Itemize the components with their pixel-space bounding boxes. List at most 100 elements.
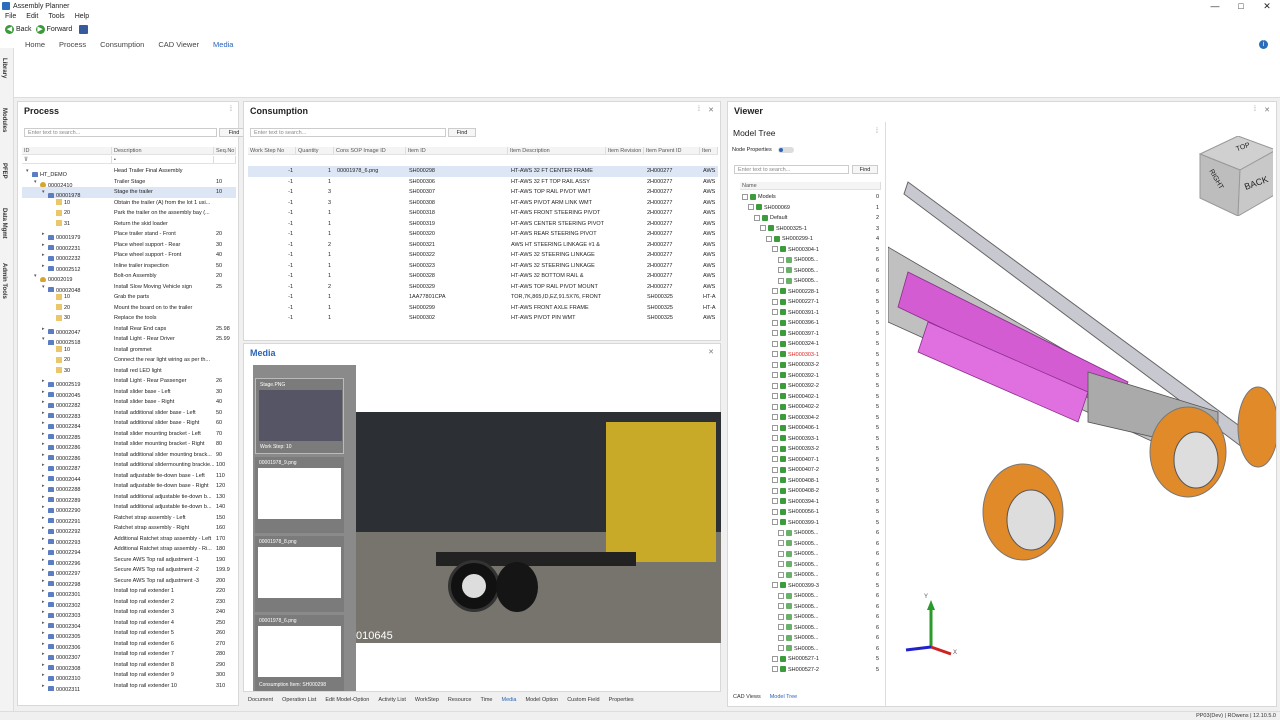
table-row[interactable]: ▸00002047 Install Rear End caps 25.98 <box>22 324 236 334</box>
table-row[interactable]: -1 1 SH000322 HT-AWS 32 STEERING LINKAGE 2H0… <box>248 250 718 261</box>
tree-node[interactable]: SH0005... 6 <box>740 266 881 277</box>
table-row[interactable]: ▸00002304 Install top rail extender 4 250 <box>22 618 236 628</box>
table-row[interactable]: 10 Install grommet <box>22 345 236 356</box>
visibility-checkbox[interactable] <box>772 445 778 452</box>
tree-node[interactable]: Default 2 <box>740 213 881 224</box>
table-row[interactable]: ▸00002512 Inline trailer inspection 50 <box>22 261 236 271</box>
col-seq[interactable]: Seq.No <box>214 147 236 154</box>
tree-node[interactable]: SH000392-2 5 <box>740 381 881 392</box>
back-button[interactable]: ◀ Back <box>5 25 32 34</box>
tree-node[interactable]: SH000391-1 5 <box>740 308 881 319</box>
visibility-checkbox[interactable] <box>772 435 778 442</box>
tree-node[interactable]: SH000407-1 5 <box>740 455 881 466</box>
tab-operation-list[interactable]: Operation List <box>282 697 316 703</box>
table-row[interactable]: 10 Obtain the trailer (A) from the lot 1 … <box>22 198 236 209</box>
visibility-checkbox[interactable] <box>772 487 778 494</box>
tree-node[interactable]: SH000397-1 5 <box>740 329 881 340</box>
thumbnail-item[interactable]: 00001978_6.png Consumption Item: SH00029… <box>255 615 344 691</box>
consumption-find-button[interactable]: Find <box>448 128 476 137</box>
table-row[interactable]: -1 1 SH000328 HT-AWS 32 BOTTOM RAIL & 2H0002… <box>248 271 718 282</box>
visibility-checkbox[interactable] <box>772 498 778 505</box>
table-row[interactable]: ▾00002410 Trailer Stage 10 <box>22 177 236 187</box>
col-name[interactable]: Name <box>740 182 881 189</box>
table-row[interactable]: -1 2 SH000329 HT-AWS TOP RAIL PIVOT MOUNT 2H… <box>248 282 718 293</box>
table-row[interactable]: ▸00002306 Install top rail extender 6 270 <box>22 639 236 649</box>
table-row[interactable]: 31 Return the skid loader <box>22 219 236 230</box>
table-row[interactable]: ▸00002283 Install additional slider base … <box>22 408 236 418</box>
table-row[interactable]: 20 Mount the board on to the trailer <box>22 303 236 314</box>
tab-cad-views[interactable]: CAD Views <box>733 694 761 700</box>
table-row[interactable]: ▾00002019 Bolt-on Assembly 20 <box>22 271 236 282</box>
visibility-checkbox[interactable] <box>772 382 778 389</box>
table-row[interactable]: ▸00002286 Install slider mounting bracket… <box>22 439 236 450</box>
node-properties-toggle[interactable] <box>778 147 794 153</box>
tab-media[interactable]: Media <box>213 40 233 49</box>
visibility-checkbox[interactable] <box>772 361 778 368</box>
table-row[interactable]: ▸00002307 Install top rail extender 7 280 <box>22 649 236 660</box>
tab-media-bottom[interactable]: Media <box>502 697 517 703</box>
forward-button[interactable]: ▶ Forward <box>35 25 72 34</box>
visibility-checkbox[interactable] <box>778 256 784 263</box>
table-row[interactable]: ▸00001979 Place trailer stand - Front 20 <box>22 229 236 240</box>
thumbnail-item[interactable]: 00001978_8.png <box>255 536 344 612</box>
visibility-checkbox[interactable] <box>772 351 778 358</box>
thumbnail-item[interactable]: Stage.PNG Work Step: 10 <box>255 378 344 454</box>
table-row[interactable]: ▸00002045 Install slider base - Left 30 <box>22 387 236 397</box>
tree-node[interactable]: SH0005... 6 <box>740 255 881 266</box>
table-row[interactable]: -1 1 1AA77801CPA TOR,7K,865,ID,EZ,91.5X76, … <box>248 292 718 303</box>
3d-viewport[interactable]: TOP RIGHT BACK Y X <box>888 122 1276 706</box>
thumbnail-item[interactable]: 00001978_9.png <box>255 457 344 533</box>
table-row[interactable]: -1 1 SH000320 HT-AWS REAR STEERING PIVOT 2H0… <box>248 229 718 240</box>
close-icon[interactable]: ✕ <box>1264 106 1270 114</box>
tree-node[interactable]: SH000069 1 <box>740 203 881 214</box>
visibility-checkbox[interactable] <box>772 319 778 326</box>
tree-node[interactable]: SH000056-1 5 <box>740 507 881 518</box>
tree-node[interactable]: SH000304-1 5 <box>740 245 881 256</box>
tree-node[interactable]: SH0005... 6 <box>740 539 881 550</box>
visibility-checkbox[interactable] <box>778 540 784 547</box>
tab-properties[interactable]: Properties <box>609 697 634 703</box>
tree-node[interactable]: SH0005... 6 <box>740 633 881 644</box>
tab-edit-model-option[interactable]: Edit Model-Option <box>325 697 369 703</box>
col-parent-id[interactable]: Item Parent ID <box>644 147 700 154</box>
tree-node[interactable]: SH000303-2 5 <box>740 360 881 371</box>
pin-icon[interactable]: ⁞ <box>1254 106 1256 113</box>
table-row[interactable]: -1 1 SH000299 HT-AWS FRONT AXLE FRAME SH0003… <box>248 303 718 314</box>
filter-seq-icon[interactable] <box>214 156 236 163</box>
col-id[interactable]: ID <box>22 147 112 154</box>
tree-find-button[interactable]: Find <box>852 165 878 174</box>
visibility-checkbox[interactable] <box>778 613 784 620</box>
tree-node[interactable]: SH000407-2 5 <box>740 465 881 476</box>
col-sop-image[interactable]: Cons SOP Image ID <box>334 147 406 154</box>
tree-node[interactable]: SH000402-1 5 <box>740 392 881 403</box>
side-tab-library[interactable]: Library <box>1 58 7 78</box>
table-row[interactable]: ▸00002044 Install adjustable tie-down bas… <box>22 471 236 481</box>
tree-node[interactable]: SH000527-1 5 <box>740 654 881 665</box>
tab-home[interactable]: Home <box>25 40 45 49</box>
table-row[interactable]: ▸00002284 Install additional slider base … <box>22 418 236 429</box>
visibility-checkbox[interactable] <box>772 519 778 526</box>
table-row[interactable]: ▾00002048 Install Slow Moving Vehicle sig… <box>22 282 236 292</box>
table-row[interactable]: ▸00002519 Install Light - Rear Passenger 2… <box>22 376 236 387</box>
table-row[interactable]: ▸00002293 Additional Ratchet strap assemb… <box>22 534 236 544</box>
tree-node[interactable]: SH000303-1 5 <box>740 350 881 361</box>
visibility-checkbox[interactable] <box>772 424 778 431</box>
table-row[interactable]: ▸00002290 Install additional adjustable t… <box>22 502 236 513</box>
tree-node[interactable]: SH000399-1 5 <box>740 518 881 529</box>
tree-node[interactable]: SH000396-1 5 <box>740 318 881 329</box>
side-tab-admin-tools[interactable]: Admin Tools <box>1 263 7 299</box>
table-row[interactable]: ▸00002292 Ratchet strap assembly - Right 1… <box>22 523 236 534</box>
menu-file[interactable]: File <box>0 12 21 23</box>
visibility-checkbox[interactable] <box>778 634 784 641</box>
tree-search-input[interactable]: Enter text to search... <box>734 165 849 174</box>
table-row[interactable]: ▸00002310 Install top rail extender 9 300 <box>22 670 236 681</box>
tab-consumption[interactable]: Consumption <box>100 40 144 49</box>
table-row[interactable]: 10 Grab the parts <box>22 292 236 303</box>
visibility-checkbox[interactable] <box>772 508 778 515</box>
visibility-checkbox[interactable] <box>778 571 784 578</box>
tree-node[interactable]: SH000304-2 5 <box>740 413 881 424</box>
visibility-checkbox[interactable] <box>778 529 784 536</box>
visibility-checkbox[interactable] <box>778 645 784 652</box>
table-row[interactable]: ▸00002286 Install additional slider mount… <box>22 450 236 460</box>
process-search-input[interactable]: Enter text to search... <box>24 128 217 137</box>
